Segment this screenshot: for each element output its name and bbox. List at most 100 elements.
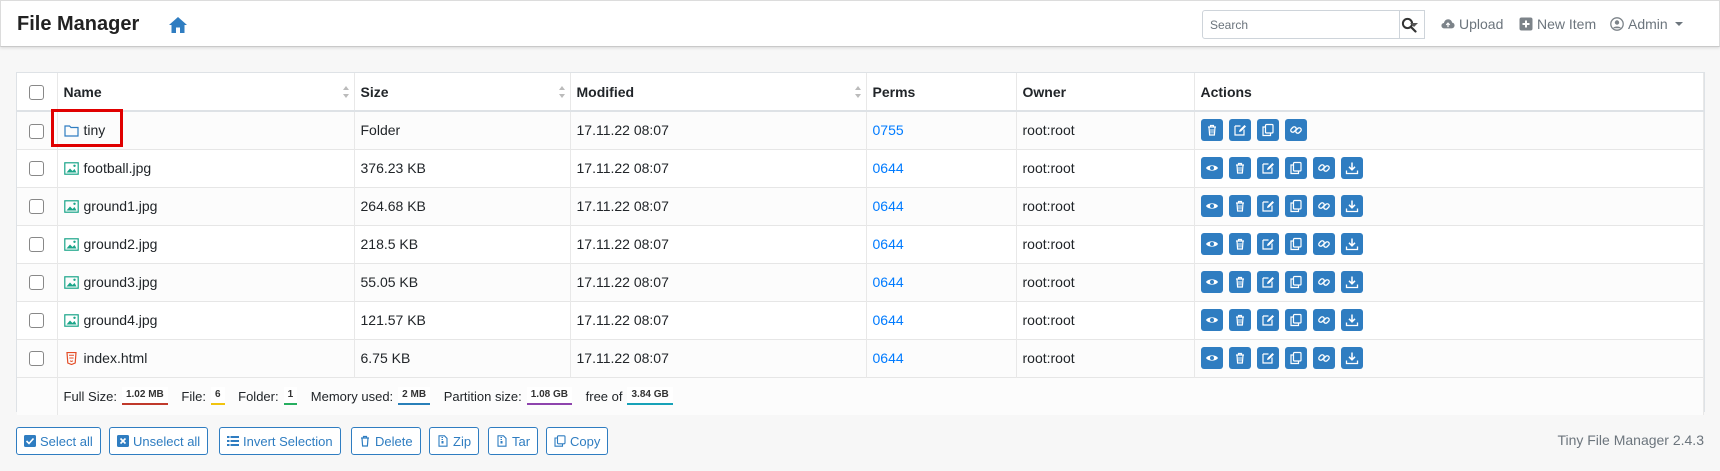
copy-item-button[interactable] (1284, 271, 1307, 293)
edit-button[interactable] (1256, 309, 1279, 331)
zip-button[interactable]: Zip (429, 427, 480, 455)
download-button[interactable] (1340, 233, 1363, 255)
link-icon (1317, 164, 1330, 172)
table-footer-row: Full Size: 1.02 MB File: 6 Folder: 1 Memory… (17, 376, 1704, 415)
perms-link[interactable]: 0644 (873, 236, 904, 252)
upload-link[interactable]: Upload (1441, 16, 1503, 32)
edit-button[interactable] (1256, 233, 1279, 255)
header-name[interactable]: Name (57, 73, 355, 112)
direct-link-button[interactable] (1312, 233, 1335, 255)
perms-link[interactable]: 0644 (873, 198, 904, 214)
perms-link[interactable]: 0644 (873, 160, 904, 176)
perms-link[interactable]: 0644 (873, 274, 904, 290)
row-checkbox[interactable] (29, 237, 44, 253)
download-button[interactable] (1340, 195, 1363, 217)
name-cell: ground1.jpg (57, 186, 355, 225)
direct-link-button[interactable] (1284, 119, 1307, 142)
edit-button[interactable] (1256, 195, 1279, 217)
image-icon (63, 275, 79, 289)
direct-link-button[interactable] (1312, 271, 1335, 293)
file-name-link[interactable]: tiny (84, 122, 106, 138)
select-all-button[interactable]: Select all (16, 427, 101, 455)
file-name-link[interactable]: index.html (84, 350, 148, 366)
view-button[interactable] (1200, 195, 1223, 217)
edit-button[interactable] (1228, 119, 1251, 142)
table-row: index.html 6.75 KB 17.11.22 08:07 0644 root:… (17, 338, 1704, 377)
perms-cell: 0644 (866, 338, 1017, 377)
perms-link[interactable]: 0755 (873, 122, 904, 138)
eye-icon (1205, 203, 1218, 209)
edit-button[interactable] (1256, 347, 1279, 369)
home-icon[interactable] (168, 16, 188, 34)
row-checkbox[interactable] (29, 275, 44, 291)
download-button[interactable] (1340, 347, 1363, 369)
tar-button[interactable]: Tar (488, 427, 539, 455)
download-button[interactable] (1340, 157, 1363, 179)
direct-link-button[interactable] (1312, 157, 1335, 179)
view-button[interactable] (1200, 309, 1223, 331)
file-name-link[interactable]: ground3.jpg (84, 274, 158, 290)
new-item-link[interactable]: New Item (1519, 16, 1596, 32)
search-input[interactable] (1203, 11, 1383, 38)
delete-item-button[interactable] (1228, 271, 1251, 293)
row-checkbox[interactable] (29, 351, 44, 367)
direct-link-button[interactable] (1312, 347, 1335, 369)
invert-selection-button[interactable]: Invert Selection (219, 427, 341, 455)
download-icon (1345, 314, 1358, 327)
delete-button[interactable]: Delete (351, 427, 421, 455)
delete-item-button[interactable] (1228, 233, 1251, 255)
file-name-link[interactable]: ground1.jpg (84, 198, 158, 214)
delete-item-button[interactable] (1228, 195, 1251, 217)
row-checkbox[interactable] (29, 161, 44, 177)
copy-item-button[interactable] (1284, 233, 1307, 255)
view-button[interactable] (1200, 233, 1223, 255)
actions-cell (1194, 186, 1704, 225)
eye-icon (1205, 317, 1218, 323)
file-count-label: File: (181, 388, 206, 404)
copy-item-button[interactable] (1284, 309, 1307, 331)
copy-icon (1289, 313, 1302, 327)
download-button[interactable] (1340, 271, 1363, 293)
header-size[interactable]: Size (354, 73, 571, 112)
size-cell: 376.23 KB (354, 148, 571, 187)
copy-item-button[interactable] (1284, 195, 1307, 217)
select-all-checkbox[interactable] (29, 84, 44, 100)
perms-link[interactable]: 0644 (873, 312, 904, 328)
file-count-stat: File: 6 (181, 387, 225, 406)
direct-link-button[interactable] (1312, 309, 1335, 331)
delete-item-button[interactable] (1228, 309, 1251, 331)
row-checkbox[interactable] (29, 313, 44, 329)
copy-item-button[interactable] (1256, 119, 1279, 142)
header-modified[interactable]: Modified (570, 73, 867, 112)
owner-cell: root:root (1016, 224, 1195, 263)
copy-button[interactable]: Copy (546, 427, 609, 455)
view-button[interactable] (1200, 347, 1223, 369)
copy-icon (1289, 199, 1302, 213)
direct-link-button[interactable] (1312, 195, 1335, 217)
file-name-link[interactable]: football.jpg (84, 160, 152, 176)
view-button[interactable] (1200, 157, 1223, 179)
row-checkbox[interactable] (29, 199, 44, 215)
unselect-all-button[interactable]: Unselect all (109, 427, 209, 455)
row-checkbox[interactable] (29, 123, 44, 139)
delete-item-button[interactable] (1228, 347, 1251, 369)
edit-button[interactable] (1256, 271, 1279, 293)
perms-link[interactable]: 0644 (873, 350, 904, 366)
delete-item-button[interactable] (1200, 119, 1223, 142)
download-button[interactable] (1340, 309, 1363, 331)
partition-stat: Partition size: 1.08 GB (444, 387, 572, 406)
view-button[interactable] (1200, 271, 1223, 293)
modified-cell: 17.11.22 08:07 (570, 338, 867, 377)
row-actions (1200, 195, 1698, 217)
copy-item-button[interactable] (1284, 157, 1307, 179)
file-name-link[interactable]: ground4.jpg (84, 312, 158, 328)
admin-menu[interactable]: Admin (1610, 16, 1683, 32)
upload-label: Upload (1459, 16, 1504, 32)
copy-item-button[interactable] (1284, 347, 1307, 369)
delete-item-button[interactable] (1228, 157, 1251, 179)
edit-icon (1261, 277, 1274, 288)
file-name-link[interactable]: ground2.jpg (84, 236, 158, 252)
edit-button[interactable] (1256, 157, 1279, 179)
app-title: File Manager (17, 13, 140, 35)
size-cell: 218.5 KB (354, 224, 571, 263)
